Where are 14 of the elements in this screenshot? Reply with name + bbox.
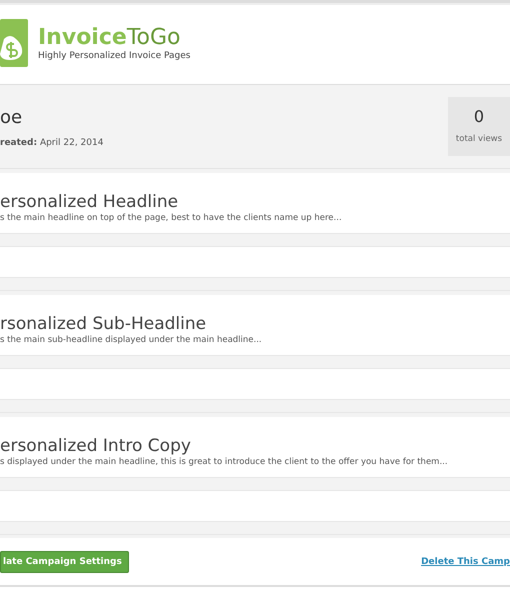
section-description: s the main headline on top of the page, best to have the clients name up here... <box>0 213 343 223</box>
section-title: ersonalized Headline <box>0 191 180 213</box>
brand-logo-text: InvoiceToGo <box>38 24 182 50</box>
section-title: rsonalized Sub-Headline <box>0 313 208 335</box>
created-date: reated: April 22, 2014 <box>0 138 104 148</box>
views-count: 0 <box>472 107 486 126</box>
views-label: total views <box>454 134 504 144</box>
update-button[interactable]: late Campaign Settings <box>0 550 129 572</box>
section-title: ersonalized Intro Copy <box>0 435 192 457</box>
section-description: s displayed under the main headline, this is great to introduce the client to the offer you have for them... <box>0 457 449 467</box>
delete-link[interactable]: Delete This Camp <box>421 556 510 566</box>
campaign-name: oe <box>0 107 24 128</box>
section-description: s the main sub-headline displayed under the main headline... <box>0 335 263 345</box>
tagline: Highly Personalized Invoice Pages <box>38 50 190 60</box>
